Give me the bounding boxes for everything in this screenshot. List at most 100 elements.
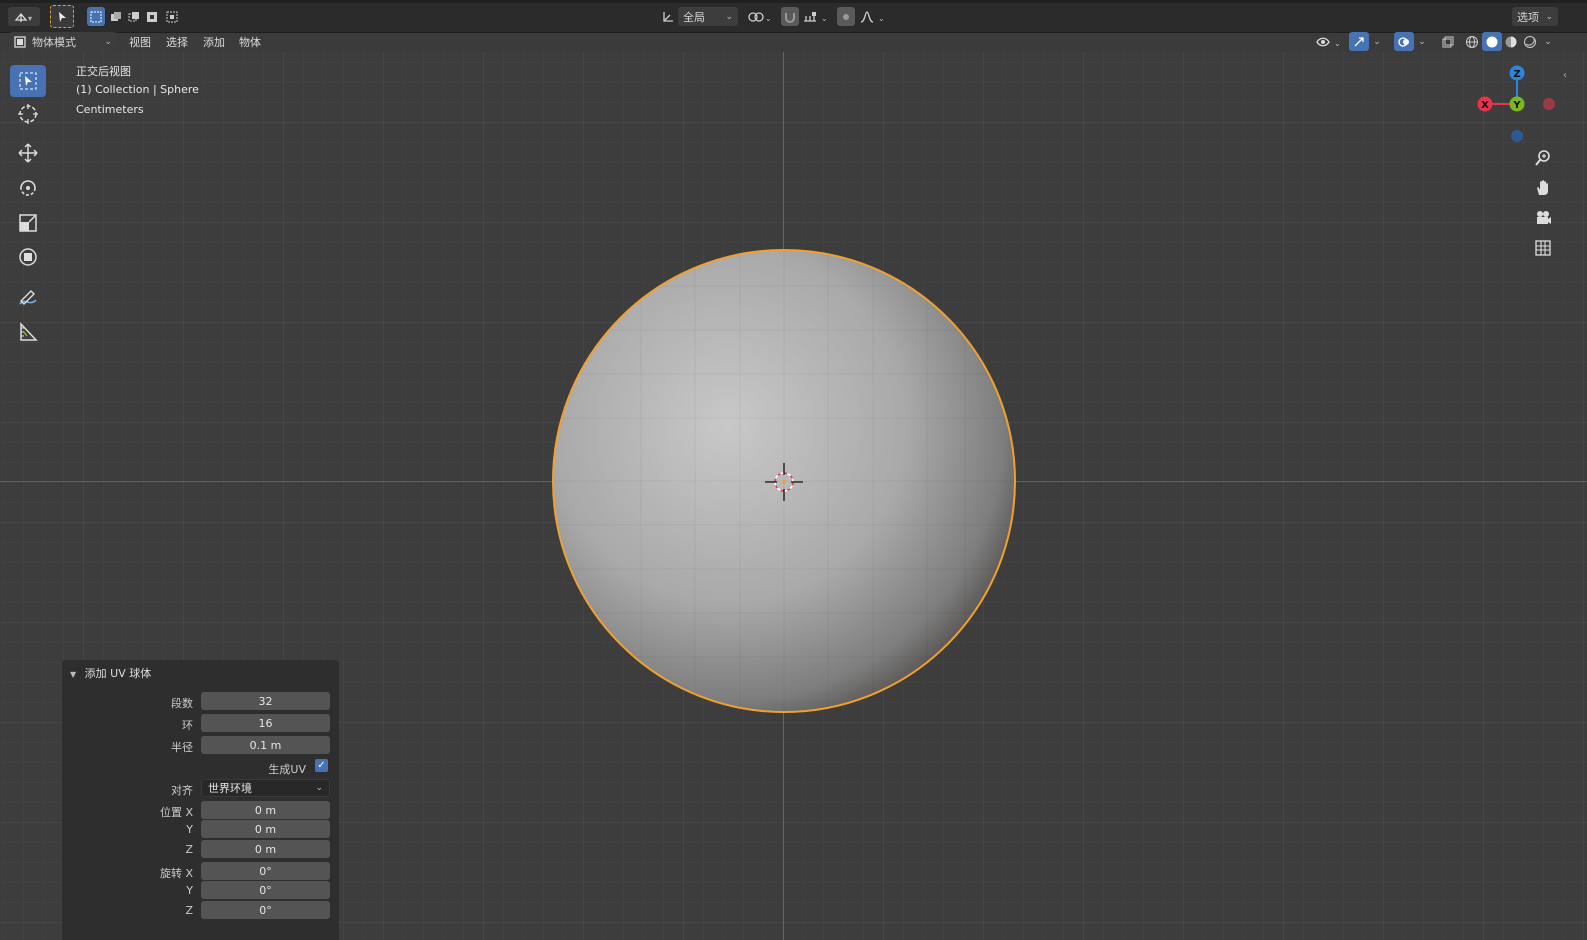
tool-measure[interactable]: [10, 316, 46, 348]
cursor-arrow-icon: [59, 11, 66, 22]
segments-label: 段数: [171, 697, 193, 710]
select-tool-mode-button[interactable]: [50, 5, 74, 28]
snap-toggle-button[interactable]: [781, 7, 799, 26]
rings-label: 环: [182, 719, 193, 732]
editor-type-button[interactable]: ▾: [8, 7, 40, 26]
3d-cursor-marker[interactable]: [764, 462, 804, 502]
visibility-dropdown[interactable]: ⌄: [1314, 32, 1344, 51]
menu-add[interactable]: 添加: [197, 32, 231, 51]
xray-toggle-button[interactable]: [1438, 32, 1458, 51]
svg-text:⌄: ⌄: [765, 14, 771, 23]
panel-header[interactable]: ▼ 添加 UV 球体: [70, 665, 151, 681]
select-box-cursor-icon: [19, 72, 37, 90]
checkmark-icon: ✓: [317, 760, 326, 771]
proportional-falloff-dropdown[interactable]: ⌄: [857, 7, 887, 26]
tool-move[interactable]: [10, 137, 46, 169]
rings-field[interactable]: 16: [201, 714, 330, 732]
window-top-edge: [0, 0, 1587, 3]
menu-select[interactable]: 选择: [160, 32, 194, 51]
location-y-field[interactable]: 0 m: [201, 820, 330, 838]
camera-icon: [1537, 211, 1551, 224]
gizmo-dropdown[interactable]: ⌄: [1370, 32, 1384, 51]
scale-icon: [19, 214, 37, 232]
zoom-magnifier-icon: [1535, 150, 1550, 166]
menu-view[interactable]: 视图: [123, 32, 157, 51]
svg-text:⌄: ⌄: [1334, 39, 1341, 48]
overlays-dropdown[interactable]: ⌄: [1415, 32, 1429, 51]
rotation-y-label: Y: [186, 884, 193, 897]
move-arrows-icon: [18, 143, 38, 163]
select-extend-button[interactable]: [107, 7, 125, 26]
shading-solid-button[interactable]: [1482, 32, 1502, 51]
options-dropdown[interactable]: 选项 ⌄: [1512, 7, 1558, 26]
collapse-triangle-icon: ▼: [70, 670, 77, 679]
pivot-point-dropdown[interactable]: ⌄: [744, 7, 774, 26]
sidebar-toggle-arrow[interactable]: ‹: [1560, 68, 1570, 82]
pivot-link-icon: ⌄: [748, 11, 771, 23]
annotate-pencil-icon: [19, 290, 37, 305]
gizmo-z-label: Z: [1513, 69, 1520, 80]
object-mode-dropdown[interactable]: 物体模式 ⌄: [9, 32, 117, 51]
show-gizmo-button[interactable]: [1349, 32, 1369, 51]
align-label: 对齐: [171, 784, 193, 797]
svg-text:⌄: ⌄: [878, 14, 885, 23]
snap-increment-icon: ⌄: [804, 11, 828, 23]
falloff-curve-icon: ⌄: [860, 10, 885, 23]
chevron-down-icon: ⌄: [104, 36, 112, 47]
select-new-mode-button[interactable]: [87, 7, 105, 26]
tool-rotate[interactable]: [10, 172, 46, 204]
select-intersect-button[interactable]: [163, 7, 181, 26]
camera-view-button[interactable]: [1530, 205, 1556, 231]
xray-icon: [1442, 36, 1454, 47]
select-invert-icon: [147, 11, 157, 22]
shading-wireframe-button[interactable]: [1462, 32, 1482, 51]
3d-viewport-icon: ▾: [14, 12, 32, 23]
rotation-x-label: 旋转 X: [159, 867, 193, 880]
orientation-value: 全局: [683, 10, 705, 24]
generate-uv-checkbox[interactable]: ✓: [315, 759, 328, 772]
zoom-button[interactable]: [1530, 145, 1556, 171]
show-overlays-button[interactable]: [1394, 32, 1414, 51]
location-x-field[interactable]: 0 m: [201, 801, 330, 819]
select-subtract-button[interactable]: [125, 7, 143, 26]
wireframe-sphere-icon: [1466, 35, 1478, 48]
chevron-down-icon: ⌄: [1544, 36, 1552, 47]
align-dropdown[interactable]: 世界环境 ⌄: [201, 779, 330, 797]
shading-dropdown[interactable]: ⌄: [1541, 32, 1555, 51]
rotation-x-field[interactable]: 0°: [201, 862, 330, 880]
snap-target-dropdown[interactable]: ⌄: [800, 7, 830, 26]
select-extend-icon: [111, 11, 121, 21]
pan-button[interactable]: [1530, 175, 1556, 201]
tool-scale[interactable]: [10, 207, 46, 239]
rotation-z-field[interactable]: 0°: [201, 901, 330, 919]
rotate-icon: [20, 180, 36, 196]
tool-annotate[interactable]: [10, 282, 46, 314]
proportional-dot-icon: [843, 13, 849, 20]
location-z-field[interactable]: 0 m: [201, 840, 330, 858]
svg-text:▾: ▾: [28, 14, 32, 23]
perspective-toggle-button[interactable]: [1530, 235, 1556, 261]
magnet-icon: [785, 12, 795, 23]
radius-field[interactable]: 0.1 m: [201, 736, 330, 754]
tool-cursor[interactable]: [10, 98, 46, 130]
object-mode-icon: [14, 35, 26, 48]
navigation-gizmo[interactable]: Z X Y: [1470, 60, 1562, 146]
chevron-down-icon: ⌄: [725, 11, 733, 22]
gizmo-y-label: Y: [1512, 100, 1521, 111]
shading-rendered-button[interactable]: [1520, 32, 1540, 51]
shading-material-button[interactable]: [1501, 32, 1521, 51]
segments-field[interactable]: 32: [201, 692, 330, 710]
panel-title: 添加 UV 球体: [84, 667, 152, 680]
grid-icon: [1535, 240, 1551, 256]
rotation-y-field[interactable]: 0°: [201, 881, 330, 899]
proportional-editing-button[interactable]: [837, 7, 855, 26]
align-value: 世界环境: [208, 782, 252, 795]
tool-select-box[interactable]: [10, 65, 46, 97]
generate-uv-label: 生成UV: [268, 763, 306, 776]
tool-transform[interactable]: [10, 241, 46, 273]
svg-text:⌄: ⌄: [821, 14, 828, 23]
transform-orientation-dropdown[interactable]: 全局 ⌄: [678, 7, 738, 26]
chevron-down-icon: ⌄: [315, 783, 323, 793]
select-invert-button[interactable]: [143, 7, 161, 26]
menu-object[interactable]: 物体: [233, 32, 267, 51]
